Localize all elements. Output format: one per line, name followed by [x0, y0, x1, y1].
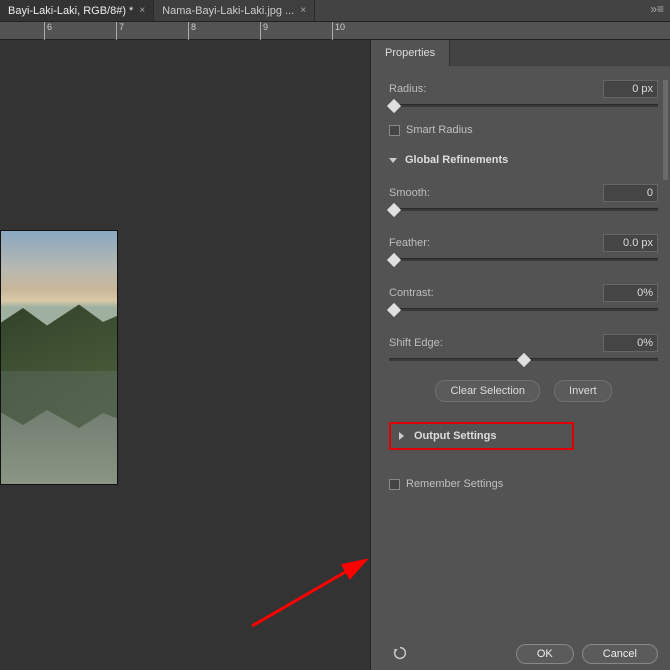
document-image — [0, 230, 118, 485]
chevron-down-icon — [389, 158, 397, 163]
output-settings-label: Output Settings — [414, 430, 497, 442]
checkbox-icon[interactable] — [389, 125, 400, 136]
feather-value[interactable]: 0.0 px — [603, 234, 658, 252]
close-icon[interactable]: × — [139, 5, 145, 16]
cancel-button[interactable]: Cancel — [582, 644, 658, 664]
ruler-tick: 10 — [332, 22, 345, 40]
smart-radius-row[interactable]: Smart Radius — [389, 124, 658, 136]
ruler-tick: 8 — [188, 22, 196, 40]
clear-selection-button[interactable]: Clear Selection — [435, 380, 540, 402]
contrast-label: Contrast: — [389, 287, 434, 299]
panel-tabs: Properties — [371, 40, 670, 66]
feather-slider[interactable] — [389, 256, 658, 268]
global-refinements-header[interactable]: Global Refinements — [389, 154, 658, 166]
properties-panel: Properties Radius: 0 px Smart Radius Gl — [370, 40, 670, 670]
reset-icon[interactable] — [391, 644, 409, 662]
contrast-slider[interactable] — [389, 306, 658, 318]
document-tab-1[interactable]: Nama-Bayi-Laki-Laki.jpg ... × — [154, 0, 315, 21]
radius-control: Radius: 0 px — [389, 80, 658, 114]
document-tab-label: Bayi-Laki-Laki, RGB/8#) * — [8, 5, 133, 17]
canvas[interactable] — [0, 40, 370, 670]
ruler-tick: 9 — [260, 22, 268, 40]
smooth-value[interactable]: 0 — [603, 184, 658, 202]
ok-button[interactable]: OK — [516, 644, 574, 664]
ruler-tick: 7 — [116, 22, 124, 40]
invert-button[interactable]: Invert — [554, 380, 612, 402]
ruler-tick: 6 — [44, 22, 52, 40]
contrast-control: Contrast: 0% — [389, 284, 658, 318]
feather-control: Feather: 0.0 px — [389, 234, 658, 268]
radius-slider[interactable] — [389, 102, 658, 114]
radius-label: Radius: — [389, 83, 426, 95]
output-settings-header[interactable]: Output Settings — [389, 422, 574, 450]
flyout-menu-icon[interactable]: »≡ — [650, 2, 664, 16]
smooth-control: Smooth: 0 — [389, 184, 658, 218]
shift-edge-slider[interactable] — [389, 356, 658, 368]
document-tabs: Bayi-Laki-Laki, RGB/8#) * × Nama-Bayi-La… — [0, 0, 670, 22]
remember-settings-row[interactable]: Remember Settings — [389, 478, 658, 490]
shift-edge-control: Shift Edge: 0% — [389, 334, 658, 368]
horizontal-ruler: 6 7 8 9 10 — [0, 22, 670, 40]
smart-radius-label: Smart Radius — [406, 124, 473, 136]
tab-properties[interactable]: Properties — [371, 40, 450, 66]
chevron-right-icon — [399, 432, 404, 440]
contrast-value[interactable]: 0% — [603, 284, 658, 302]
document-tab-label: Nama-Bayi-Laki-Laki.jpg ... — [162, 5, 294, 17]
feather-label: Feather: — [389, 237, 430, 249]
shift-edge-value[interactable]: 0% — [603, 334, 658, 352]
shift-edge-label: Shift Edge: — [389, 337, 443, 349]
close-icon[interactable]: × — [300, 5, 306, 16]
remember-settings-label: Remember Settings — [406, 478, 503, 490]
global-refinements-label: Global Refinements — [405, 154, 508, 166]
radius-value[interactable]: 0 px — [603, 80, 658, 98]
document-tab-0[interactable]: Bayi-Laki-Laki, RGB/8#) * × — [0, 0, 154, 21]
checkbox-icon[interactable] — [389, 479, 400, 490]
smooth-label: Smooth: — [389, 187, 430, 199]
smooth-slider[interactable] — [389, 206, 658, 218]
